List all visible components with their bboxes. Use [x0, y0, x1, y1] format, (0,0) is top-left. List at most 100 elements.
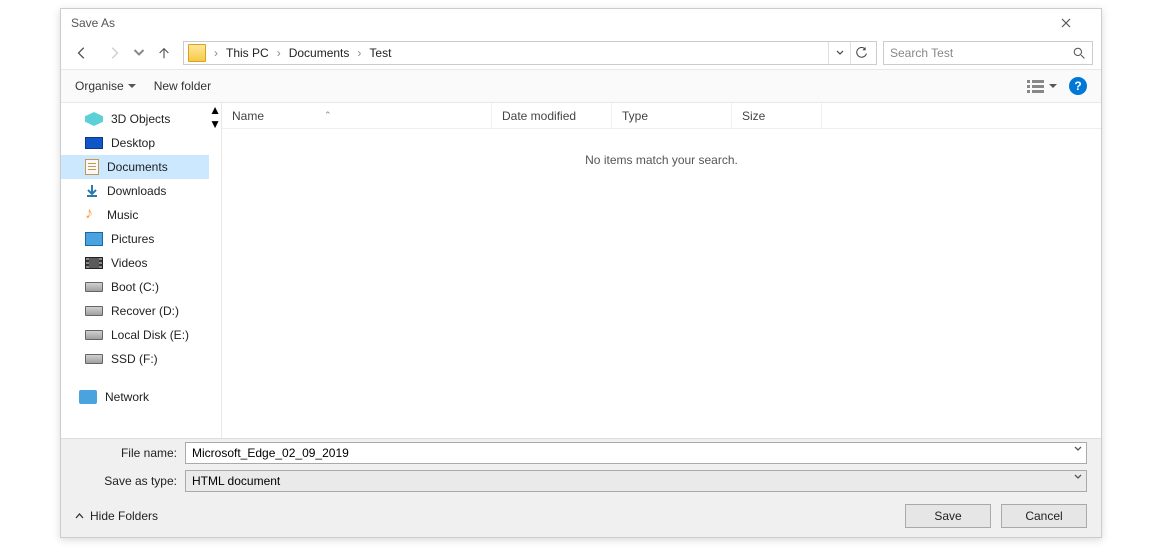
- scroll-down-icon[interactable]: ▼: [209, 117, 221, 131]
- column-name[interactable]: Name⌃: [222, 103, 492, 128]
- chevron-down-icon: [1074, 474, 1082, 480]
- sidebar-item-pictures[interactable]: Pictures: [61, 227, 209, 251]
- sidebar-item-label: SSD (F:): [111, 352, 158, 366]
- address-bar[interactable]: › This PC › Documents › Test: [183, 41, 877, 65]
- folder-icon: [188, 44, 206, 62]
- organise-label: Organise: [75, 79, 124, 93]
- documents-icon: [85, 159, 99, 175]
- refresh-icon: [855, 47, 868, 60]
- sidebar-item-desktop[interactable]: Desktop: [61, 131, 209, 155]
- column-label: Name: [232, 109, 264, 123]
- sidebar-item-music[interactable]: ♪ Music: [61, 203, 209, 227]
- sidebar-item-label: Recover (D:): [111, 304, 179, 318]
- column-date-modified[interactable]: Date modified: [492, 103, 612, 128]
- sidebar-item-label: Boot (C:): [111, 280, 159, 294]
- sidebar-item-recover-d[interactable]: Recover (D:): [61, 299, 209, 323]
- savetype-row: Save as type: HTML document: [61, 467, 1101, 495]
- disk-icon: [85, 306, 103, 316]
- 3d-objects-icon: [85, 112, 103, 126]
- column-label: Date modified: [502, 109, 576, 123]
- sidebar-item-label: Videos: [111, 256, 147, 270]
- close-icon: [1061, 18, 1071, 28]
- pictures-icon: [85, 232, 103, 246]
- sidebar-item-label: Downloads: [107, 184, 166, 198]
- sidebar-item-videos[interactable]: Videos: [61, 251, 209, 275]
- search-placeholder: Search Test: [890, 46, 953, 60]
- savetype-select[interactable]: HTML document: [185, 470, 1087, 492]
- save-button[interactable]: Save: [905, 504, 991, 528]
- save-as-dialog: Save As › This PC › Documents › Test: [60, 8, 1102, 538]
- hide-folders-label: Hide Folders: [90, 509, 158, 523]
- sidebar-item-downloads[interactable]: Downloads: [61, 179, 209, 203]
- column-size[interactable]: Size: [732, 103, 822, 128]
- music-icon: ♪: [85, 207, 99, 223]
- sidebar-item-label: Desktop: [111, 136, 155, 150]
- chevron-down-icon: [1049, 84, 1057, 89]
- breadcrumb-sep: ›: [212, 46, 220, 60]
- organise-menu[interactable]: Organise: [75, 79, 136, 93]
- filename-row: File name: Microsoft_Edge_02_09_2019: [61, 439, 1101, 467]
- breadcrumb-documents[interactable]: Documents: [285, 46, 354, 60]
- cancel-button[interactable]: Cancel: [1001, 504, 1087, 528]
- title-bar: Save As: [61, 9, 1101, 37]
- chevron-down-icon: [128, 84, 136, 89]
- new-folder-label: New folder: [154, 79, 211, 93]
- breadcrumb-sep: ›: [355, 46, 363, 60]
- close-button[interactable]: [1061, 18, 1091, 28]
- nav-back-button[interactable]: [69, 41, 95, 65]
- scroll-up-icon[interactable]: ▲: [209, 103, 221, 117]
- chevron-down-icon: [1074, 446, 1082, 452]
- nav-up-button[interactable]: [151, 41, 177, 65]
- breadcrumb-sep: ›: [275, 46, 283, 60]
- help-icon: ?: [1074, 79, 1081, 93]
- sidebar-scrollbar[interactable]: ▲ ▼: [209, 103, 221, 438]
- sidebar-item-network[interactable]: Network: [61, 385, 209, 409]
- nav-forward-button[interactable]: [101, 41, 127, 65]
- breadcrumb-test[interactable]: Test: [365, 46, 395, 60]
- chevron-up-icon: [75, 513, 84, 519]
- sidebar: 3D Objects Desktop Documents Downloads ♪…: [61, 103, 221, 438]
- help-button[interactable]: ?: [1069, 77, 1087, 95]
- column-type[interactable]: Type: [612, 103, 732, 128]
- desktop-icon: [85, 137, 103, 149]
- sidebar-item-boot-c[interactable]: Boot (C:): [61, 275, 209, 299]
- toolbar: Organise New folder ?: [61, 69, 1101, 103]
- save-button-label: Save: [934, 509, 961, 523]
- filename-input[interactable]: Microsoft_Edge_02_09_2019: [185, 442, 1087, 464]
- new-folder-button[interactable]: New folder: [154, 79, 211, 93]
- filename-value: Microsoft_Edge_02_09_2019: [192, 446, 349, 460]
- search-button[interactable]: [1073, 47, 1086, 60]
- column-label: Size: [742, 109, 765, 123]
- search-input[interactable]: Search Test: [883, 41, 1093, 65]
- breadcrumb-this-pc[interactable]: This PC: [222, 46, 273, 60]
- sidebar-item-documents[interactable]: Documents: [61, 155, 209, 179]
- sidebar-item-label: Music: [107, 208, 138, 222]
- address-dropdown[interactable]: [828, 42, 850, 64]
- sidebar-item-label: Pictures: [111, 232, 154, 246]
- filename-dropdown[interactable]: [1074, 446, 1082, 452]
- sidebar-item-ssd-f[interactable]: SSD (F:): [61, 347, 209, 371]
- footer: Hide Folders Save Cancel: [61, 495, 1101, 537]
- disk-icon: [85, 330, 103, 340]
- savetype-label: Save as type:: [75, 474, 185, 488]
- sidebar-item-3d-objects[interactable]: 3D Objects: [61, 107, 209, 131]
- refresh-button[interactable]: [850, 42, 872, 64]
- savetype-value: HTML document: [192, 474, 280, 488]
- view-options-button[interactable]: [1027, 79, 1057, 93]
- arrow-right-icon: [107, 46, 121, 60]
- chevron-down-icon: [836, 50, 844, 56]
- disk-icon: [85, 282, 103, 292]
- hide-folders-toggle[interactable]: Hide Folders: [75, 509, 158, 523]
- bottom-panel: File name: Microsoft_Edge_02_09_2019 Sav…: [61, 438, 1101, 537]
- nav-bar: › This PC › Documents › Test Search Test: [61, 37, 1101, 69]
- filename-label: File name:: [75, 446, 185, 460]
- nav-history-dropdown[interactable]: [133, 41, 145, 65]
- savetype-dropdown[interactable]: [1074, 474, 1082, 480]
- search-icon: [1073, 47, 1086, 60]
- sidebar-item-local-disk-e[interactable]: Local Disk (E:): [61, 323, 209, 347]
- column-headers: Name⌃ Date modified Type Size: [222, 103, 1101, 129]
- view-details-icon: [1027, 79, 1045, 93]
- dialog-title: Save As: [71, 16, 115, 30]
- network-icon: [79, 390, 97, 404]
- column-label: Type: [622, 109, 648, 123]
